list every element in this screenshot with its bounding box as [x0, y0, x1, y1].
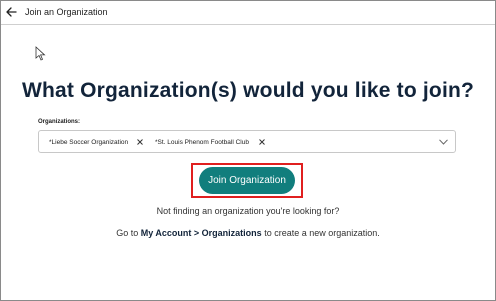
not-finding-text: Not finding an organization you're looki…: [156, 206, 340, 216]
arrow-left-icon: [5, 7, 17, 17]
create-org-hint: Go to My Account > Organizations to crea…: [1, 228, 495, 238]
goto-suffix: to create a new organization.: [261, 228, 380, 238]
org-chip-label: *St. Louis Phenom Football Club: [155, 138, 249, 146]
organizations-multiselect[interactable]: *Liebe Soccer Organization *St. Louis Ph…: [38, 130, 456, 153]
page-title: Join an Organization: [25, 7, 108, 17]
org-chip-label: *Liebe Soccer Organization: [49, 138, 129, 146]
chip-remove-button[interactable]: [255, 135, 269, 149]
join-organization-button[interactable]: Join Organization: [199, 167, 295, 194]
app-window: Join an Organization What Organization(s…: [0, 0, 496, 301]
mouse-pointer-icon: [35, 46, 46, 61]
page-heading: What Organization(s) would you like to j…: [21, 79, 475, 102]
chevron-down-icon: [438, 139, 448, 145]
chip-remove-button[interactable]: [133, 135, 147, 149]
top-bar: Join an Organization: [1, 1, 495, 25]
goto-prefix: Go to: [116, 228, 141, 238]
organizations-label: Organizations:: [38, 119, 81, 125]
back-button[interactable]: [3, 4, 19, 20]
org-chip: *Liebe Soccer Organization: [43, 135, 147, 149]
org-chip: *St. Louis Phenom Football Club: [149, 135, 269, 149]
close-icon: [259, 139, 265, 145]
close-icon: [137, 139, 143, 145]
dropdown-toggle[interactable]: [437, 137, 449, 147]
my-account-organizations-link[interactable]: My Account > Organizations: [141, 228, 262, 238]
